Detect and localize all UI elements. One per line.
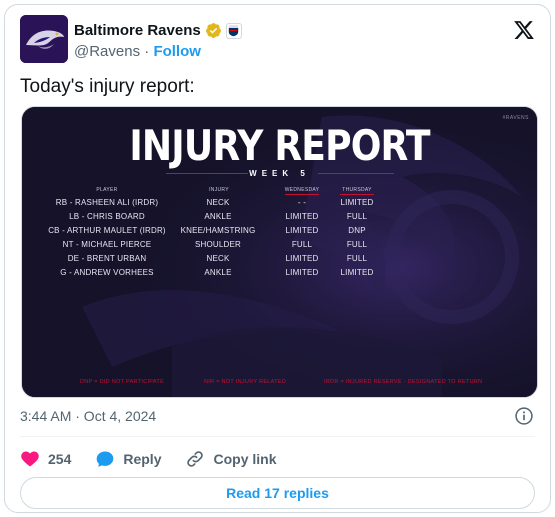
report-row: G - ANDREW VORHEES ANKLE LIMITED LIMITED <box>22 268 537 282</box>
footnote-irdr: IRDR = INJURED RESERVE - DESIGNATED TO R… <box>324 379 483 385</box>
row-wednesday: LIMITED <box>285 268 319 277</box>
row-injury: ANKLE <box>204 268 232 277</box>
row-thursday: FULL <box>346 240 368 249</box>
footnote-nir: NIR = NOT INJURY RELATED <box>204 379 287 385</box>
row-thursday: LIMITED <box>340 268 374 277</box>
read-replies-button[interactable]: Read 17 replies <box>20 477 535 509</box>
report-title: INJURY REPORT <box>129 121 430 170</box>
reply-icon <box>97 451 114 467</box>
action-bar: 254 Reply Copy link <box>20 446 301 472</box>
report-row: CB - ARTHUR MAULET (IRDR) KNEE/HAMSTRING… <box>22 226 537 240</box>
like-button[interactable]: 254 <box>20 449 71 469</box>
row-thursday: DNP <box>348 226 366 235</box>
reply-button[interactable]: Reply <box>95 449 161 469</box>
info-icon[interactable] <box>514 406 534 426</box>
report-row: LB - CHRIS BOARD ANKLE LIMITED FULL <box>22 212 537 226</box>
report-week: WEEK 5 <box>249 169 310 178</box>
tweet-media-image[interactable]: #RAVENS INJURY REPORT WEEK 5 PLAYER INJU… <box>21 106 538 398</box>
row-injury: NECK <box>206 254 230 263</box>
row-thursday: LIMITED <box>340 198 374 207</box>
tweet-text: Today's injury report: <box>20 76 195 97</box>
brand-tag: #RAVENS <box>502 115 529 121</box>
heart-icon <box>21 451 39 467</box>
author-name[interactable]: Baltimore Ravens <box>74 22 242 39</box>
row-thursday: FULL <box>346 212 368 221</box>
like-count: 254 <box>48 451 72 467</box>
row-player: RB - RASHEEN ALI (IRDR) <box>55 198 159 207</box>
tweet-timestamp[interactable]: 3:44 AM · Oct 4, 2024 <box>20 408 156 424</box>
handle-separator: · <box>144 43 150 60</box>
row-player: DE - BRENT URBAN <box>67 254 147 263</box>
row-player: G - ANDREW VORHEES <box>60 268 154 277</box>
tweet-card: Baltimore Ravens @Ravens · Follow Today'… <box>4 4 551 513</box>
footnote-dnp: DNP = DID NOT PARTICIPATE <box>80 379 165 385</box>
row-thursday: FULL <box>346 254 368 263</box>
row-player: NT - MICHAEL PIERCE <box>62 240 152 249</box>
thursday-underline <box>340 194 374 195</box>
copy-link-label: Copy link <box>213 451 277 467</box>
row-injury: NECK <box>206 198 230 207</box>
report-row: NT - MICHAEL PIERCE SHOULDER FULL FULL <box>22 240 537 254</box>
column-header-injury: INJURY <box>209 187 229 193</box>
row-wednesday: LIMITED <box>285 212 319 221</box>
row-wednesday: LIMITED <box>285 254 319 263</box>
link-icon <box>187 451 204 467</box>
nfl-badge-icon <box>225 22 242 39</box>
row-wednesday: LIMITED <box>285 226 319 235</box>
row-player: CB - ARTHUR MAULET (IRDR) <box>48 226 166 235</box>
row-injury: KNEE/HAMSTRING <box>180 226 256 235</box>
author-avatar[interactable] <box>20 15 68 63</box>
author-handle-row: @Ravens · Follow <box>74 43 201 60</box>
reply-label: Reply <box>123 451 162 467</box>
author-handle[interactable]: @Ravens <box>74 43 140 60</box>
row-wednesday: FULL <box>291 240 313 249</box>
copy-link-button[interactable]: Copy link <box>185 449 277 469</box>
x-logo-icon[interactable] <box>513 19 535 41</box>
verified-badge-icon <box>205 23 221 38</box>
column-header-player: PLAYER <box>96 187 118 193</box>
column-header-thursday: THURSDAY <box>342 187 372 193</box>
follow-button[interactable]: Follow <box>153 43 201 60</box>
report-row: RB - RASHEEN ALI (IRDR) NECK - - LIMITED <box>22 198 537 212</box>
author-name-text[interactable]: Baltimore Ravens <box>74 22 201 39</box>
divider <box>20 436 535 437</box>
column-header-wednesday: WEDNESDAY <box>284 187 320 193</box>
row-player: LB - CHRIS BOARD <box>69 212 145 221</box>
row-wednesday: - - <box>297 198 307 207</box>
report-row: DE - BRENT URBAN NECK LIMITED FULL <box>22 254 537 268</box>
row-injury: ANKLE <box>204 212 232 221</box>
row-injury: SHOULDER <box>194 240 242 249</box>
wednesday-underline <box>285 194 319 195</box>
